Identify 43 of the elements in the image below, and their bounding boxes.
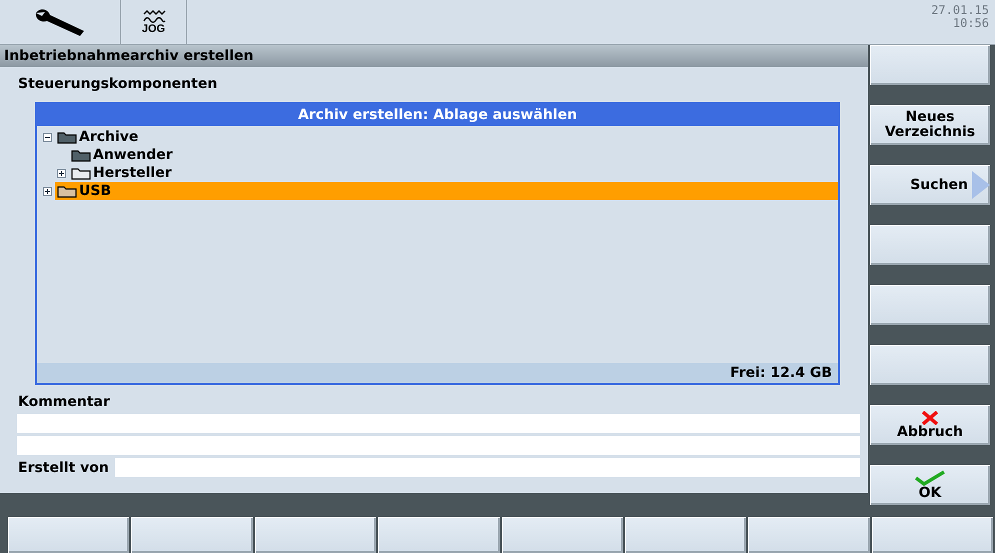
author-field[interactable] (114, 458, 860, 477)
tree-item[interactable]: Anwender (69, 146, 176, 164)
section-label: Steuerungskomponenten (17, 75, 218, 93)
softkey-button[interactable]: Abbruch (870, 405, 990, 445)
folder-icon (57, 130, 77, 144)
check-icon (914, 470, 946, 486)
softkey-button[interactable] (870, 225, 990, 265)
mode-label: JOG (142, 24, 166, 34)
softkey-button[interactable]: Suchen (870, 165, 990, 205)
tree-item[interactable]: Archive (55, 128, 142, 146)
comment-field[interactable] (17, 436, 860, 455)
softkey-button[interactable] (870, 345, 990, 385)
expand-icon[interactable] (43, 186, 52, 196)
softkey-button[interactable] (870, 45, 990, 85)
arrow-right-icon (970, 171, 990, 199)
softkey-button[interactable] (748, 517, 870, 553)
softkey-button[interactable] (378, 517, 500, 553)
softkey-button[interactable] (8, 517, 130, 553)
wrench-icon (34, 7, 86, 37)
collapse-icon[interactable] (43, 132, 52, 142)
folder-icon (71, 166, 91, 180)
softkey-button[interactable] (872, 517, 993, 553)
softkey-button[interactable]: Neues Verzeichnis (870, 105, 990, 145)
tree-item[interactable]: Hersteller (69, 164, 175, 182)
softkey-button[interactable] (502, 517, 623, 553)
wave-icon (142, 10, 166, 24)
free-space-status: Frei: 12.4 GB (37, 363, 838, 383)
softkey-button[interactable]: OK (870, 465, 990, 505)
softkey-button[interactable] (624, 517, 746, 553)
date-text: 27.01.15 (931, 4, 989, 17)
window-title: Inbetriebnahmearchiv erstellen (0, 45, 868, 67)
softkey-button[interactable] (131, 517, 253, 553)
softkey-button[interactable] (254, 517, 376, 553)
comment-label: Kommentar (17, 393, 111, 411)
expand-icon[interactable] (57, 168, 66, 178)
tree-item[interactable]: USB (55, 182, 838, 200)
time-text: 10:56 (952, 17, 989, 30)
author-label: Erstellt von (18, 460, 109, 476)
comment-field[interactable] (17, 414, 860, 433)
dialog-title: Archiv erstellen: Ablage auswählen (37, 104, 838, 126)
close-icon (921, 410, 939, 424)
softkey-button[interactable] (870, 285, 990, 325)
folder-icon (57, 184, 77, 198)
